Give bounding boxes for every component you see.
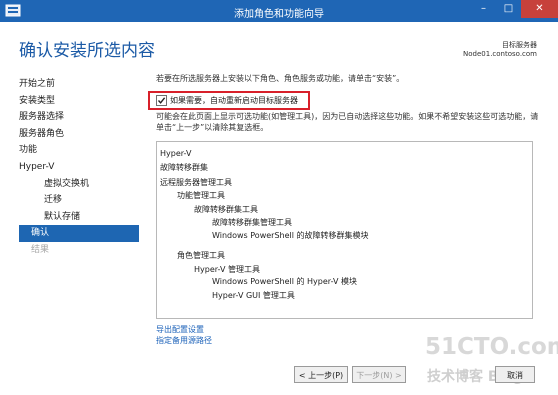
nav-item-server-selection[interactable]: 服务器选择 xyxy=(19,109,139,126)
page-title: 确认安装所选内容 xyxy=(19,41,155,61)
minimize-button[interactable]: – xyxy=(471,0,496,18)
feature-hyper-v-ps-module: Windows PowerShell 的 Hyper-V 模块 xyxy=(212,277,358,286)
feature-failover-cluster-mgmt: 故障转移群集管理工具 xyxy=(212,218,292,227)
target-server-name: Node01.contoso.com xyxy=(463,50,537,58)
feature-role-admin-tools: 角色管理工具 xyxy=(177,251,225,260)
nav-item-results: 结果 xyxy=(31,244,50,255)
optional-features-note: 可能会在此页面上显示可选功能(如管理工具)，因为已自动选择这些功能。如果不希望安… xyxy=(156,112,539,132)
feature-hyper-v-mgmt-tools: Hyper-V 管理工具 xyxy=(194,265,260,274)
watermark-51cto: 51CTO.com xyxy=(425,334,558,360)
nav-item-migration[interactable]: 迁移 xyxy=(19,192,139,209)
feature-rsat: 远程服务器管理工具 xyxy=(160,178,232,187)
close-button[interactable]: ✕ xyxy=(521,0,558,18)
feature-list: Hyper-V 故障转移群集 远程服务器管理工具 功能管理工具 故障转移群集工具… xyxy=(156,141,533,319)
restart-checkbox-label[interactable]: 如果需要，自动重新启动目标服务器 xyxy=(170,95,298,106)
alt-source-path-link[interactable]: 指定备用源路径 xyxy=(156,335,212,346)
checkmark-icon xyxy=(157,97,166,104)
feature-feature-admin-tools: 功能管理工具 xyxy=(177,191,225,200)
feature-hyper-v: Hyper-V xyxy=(160,149,192,158)
nav-item-installation-type[interactable]: 安装类型 xyxy=(19,93,139,110)
export-config-link[interactable]: 导出配置设置 xyxy=(156,324,204,335)
target-server-label: 目标服务器 xyxy=(502,41,537,49)
wizard-nav: 开始之前 安装类型 服务器选择 服务器角色 功能 Hyper-V 虚拟交换机 迁… xyxy=(19,76,139,259)
nav-item-before-you-begin[interactable]: 开始之前 xyxy=(19,76,139,93)
nav-item-hyper-v[interactable]: Hyper-V xyxy=(19,159,139,176)
next-button: 下一步(N) > xyxy=(352,366,406,383)
cancel-button[interactable]: 取消 xyxy=(495,366,535,383)
nav-item-default-stores[interactable]: 默认存储 xyxy=(19,209,139,226)
window-titlebar: 添加角色和功能向导 – □ ✕ xyxy=(0,0,558,22)
maximize-button[interactable]: □ xyxy=(496,0,521,18)
restart-checkbox[interactable] xyxy=(156,95,167,106)
intro-text: 若要在所选服务器上安装以下角色、角色服务或功能，请单击“安装”。 xyxy=(156,74,405,83)
feature-hyper-v-gui-tools: Hyper-V GUI 管理工具 xyxy=(212,291,295,300)
previous-button[interactable]: < 上一步(P) xyxy=(294,366,348,383)
nav-item-features[interactable]: 功能 xyxy=(19,142,139,159)
feature-failover-clustering: 故障转移群集 xyxy=(160,163,208,172)
nav-item-server-roles[interactable]: 服务器角色 xyxy=(19,126,139,143)
nav-item-virtual-switches[interactable]: 虚拟交换机 xyxy=(19,176,139,193)
nav-item-confirmation[interactable]: 确认 xyxy=(19,225,139,242)
feature-failover-cluster-ps: Windows PowerShell 的故障转移群集模块 xyxy=(212,231,369,240)
feature-failover-cluster-tools: 故障转移群集工具 xyxy=(194,205,258,214)
